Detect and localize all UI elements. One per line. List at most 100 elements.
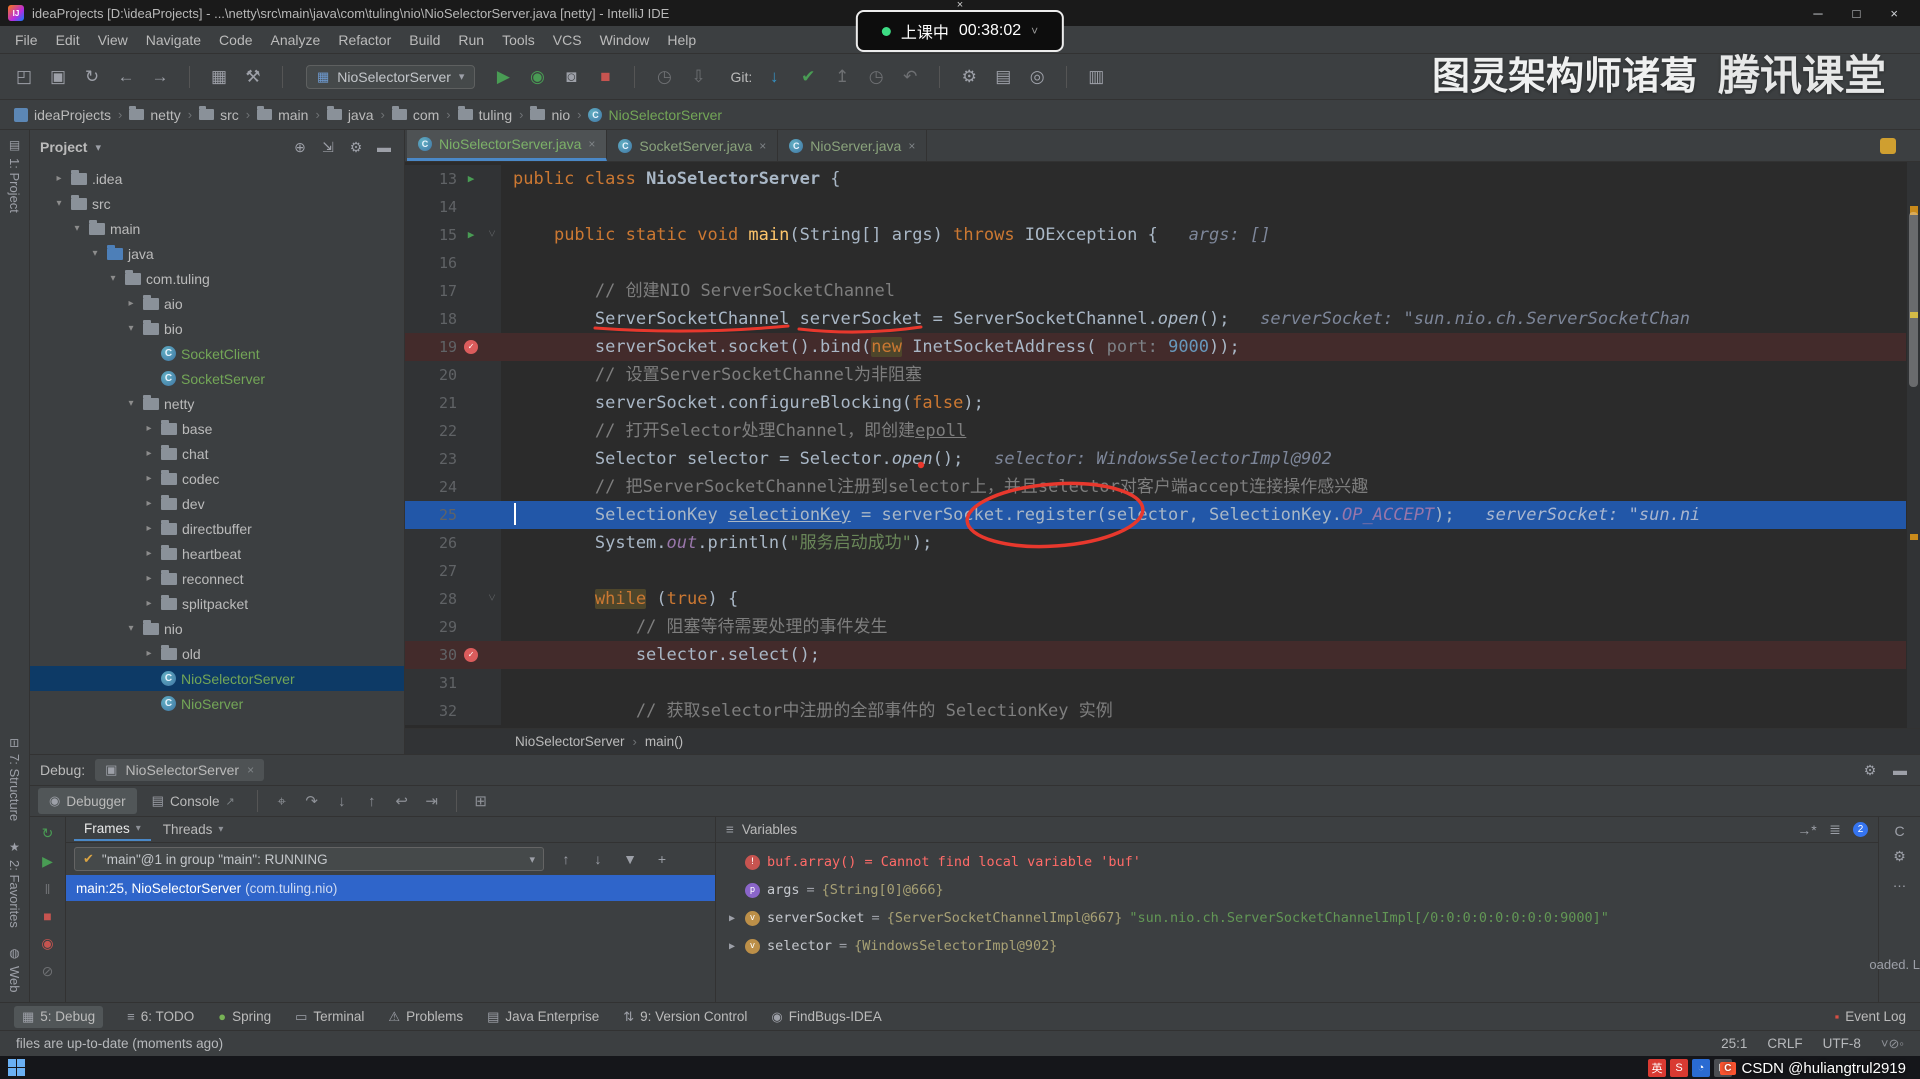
toolwindow-problems[interactable]: ⚠ Problems: [388, 1009, 463, 1025]
run-config-selector[interactable]: ▦ NioSelectorServer ▾: [306, 64, 476, 89]
fold-icon[interactable]: ˅: [485, 221, 499, 249]
back-icon[interactable]: ←: [114, 67, 138, 87]
tab-SocketServer.java[interactable]: C SocketServer.java ×: [607, 130, 779, 161]
tree-item-aio[interactable]: ▸ aio: [30, 291, 404, 316]
editor-scrollbar[interactable]: [1906, 162, 1920, 728]
tree-collapsed-icon[interactable]: ▸: [52, 173, 66, 184]
pause-icon[interactable]: ‖: [45, 881, 51, 897]
hide-panel-icon[interactable]: ▬: [374, 139, 394, 155]
more-icon[interactable]: …: [1890, 874, 1910, 890]
menu-code[interactable]: Code: [210, 28, 261, 52]
search-everywhere-icon[interactable]: ◎: [1025, 67, 1049, 87]
code-line-23[interactable]: 23 Selector selector = Selector.open(); …: [405, 445, 1920, 473]
breadcrumb-NioSelectorServer[interactable]: C NioSelectorServer: [588, 107, 722, 123]
tree-collapsed-icon[interactable]: ▸: [142, 498, 156, 509]
tool-strip-2favorites[interactable]: ★ 2: Favorites: [7, 840, 22, 928]
settings-gear-icon[interactable]: ⚙: [957, 67, 981, 87]
menu-help[interactable]: Help: [658, 28, 705, 52]
breadcrumb-java[interactable]: java: [326, 106, 374, 123]
tree-item-directbuffer[interactable]: ▸ directbuffer: [30, 516, 404, 541]
stop-icon[interactable]: ■: [593, 67, 617, 87]
variable-row[interactable]: ▶ v serverSocket = {ServerSocketChannelImp…: [716, 904, 1878, 932]
tree-collapsed-icon[interactable]: ▸: [142, 573, 156, 584]
code-line-22[interactable]: 22 // 打开Selector处理Channel，即创建epoll: [405, 417, 1920, 445]
tab-threads[interactable]: Threads ▾: [153, 819, 234, 840]
fold-icon[interactable]: ˅: [485, 585, 499, 613]
menu-navigate[interactable]: Navigate: [137, 28, 210, 52]
close-button[interactable]: ×: [1890, 6, 1898, 21]
soft-wrap-icon[interactable]: C: [1890, 823, 1910, 839]
settings-gear-icon[interactable]: ⚙: [1890, 848, 1910, 865]
next-frame-icon[interactable]: ↓: [588, 851, 608, 867]
tool-strip-web[interactable]: ◍ Web: [7, 946, 22, 993]
show-execution-point-icon[interactable]: ⌖: [269, 793, 295, 810]
tab-frames[interactable]: Frames ▾: [74, 818, 151, 841]
tree-item-dev[interactable]: ▸ dev: [30, 491, 404, 516]
tab-NioSelectorServer.java[interactable]: C NioSelectorServer.java ×: [407, 130, 608, 161]
drop-frame-icon[interactable]: ↩: [389, 792, 415, 810]
overlay-close-icon[interactable]: ×: [957, 0, 963, 11]
code-line-24[interactable]: 24 // 把ServerSocketChannel注册到selector上，并…: [405, 473, 1920, 501]
encoding[interactable]: UTF-8: [1823, 1036, 1861, 1051]
tree-expanded-icon[interactable]: ▾: [124, 398, 138, 409]
evaluate-expression-icon[interactable]: ⊞: [468, 792, 494, 810]
breadcrumb-nio[interactable]: nio: [530, 106, 570, 123]
code-line-13[interactable]: 13 ▶ public class NioSelectorServer {: [405, 165, 1920, 193]
scrollbar-thumb[interactable]: [1909, 212, 1918, 387]
mute-breakpoints-icon[interactable]: ⊘: [42, 963, 54, 980]
code-line-28[interactable]: 28 ˅ while (true) {: [405, 585, 1920, 613]
tree-collapsed-icon[interactable]: ▸: [142, 523, 156, 534]
tray-app-icon[interactable]: S: [1670, 1058, 1688, 1077]
toolwindow-6todo[interactable]: ≡ 6: TODO: [127, 1009, 194, 1024]
tree-item-netty[interactable]: ▾ netty: [30, 391, 404, 416]
stack-frame[interactable]: main:25, NioSelectorServer (com.tuling.n…: [66, 875, 715, 901]
tree-item-java[interactable]: ▾ java: [30, 241, 404, 266]
code-line-32[interactable]: 32 // 获取selector中注册的全部事件的 SelectionKey 实…: [405, 697, 1920, 725]
breakpoint-icon[interactable]: ✓: [460, 340, 482, 354]
run-to-cursor-icon[interactable]: ⇥: [419, 792, 445, 810]
tree-item-reconnect[interactable]: ▸ reconnect: [30, 566, 404, 591]
tree-item-com.tuling[interactable]: ▾ com.tuling: [30, 266, 404, 291]
tree-expanded-icon[interactable]: ▾: [124, 623, 138, 634]
tree-item-nio[interactable]: ▾ nio: [30, 616, 404, 641]
stop-icon[interactable]: ■: [43, 908, 51, 924]
variable-row[interactable]: p args = {String[0]@666}: [716, 876, 1878, 904]
prev-frame-icon[interactable]: ↑: [556, 851, 576, 867]
tool-strip-1project[interactable]: ▤ 1: Project: [7, 138, 22, 213]
tree-collapsed-icon[interactable]: ▸: [142, 598, 156, 609]
step-over-icon[interactable]: ↷: [299, 792, 325, 810]
tree-expanded-icon[interactable]: ▾: [52, 198, 66, 209]
add-icon[interactable]: +: [652, 851, 672, 867]
expand-icon[interactable]: ▶: [726, 913, 738, 924]
step-into-icon[interactable]: ↓: [329, 793, 355, 810]
code-area[interactable]: 13 ▶ public class NioSelectorServer {14 15 ▶…: [405, 162, 1920, 728]
code-line-14[interactable]: 14: [405, 193, 1920, 221]
toolwindow-terminal[interactable]: ▭ Terminal: [295, 1009, 364, 1025]
caret-position[interactable]: 25:1: [1721, 1036, 1747, 1051]
tree-expanded-icon[interactable]: ▾: [106, 273, 120, 284]
tree-expanded-icon[interactable]: ▾: [124, 323, 138, 334]
rerun-icon[interactable]: ↻: [42, 825, 54, 842]
windows-start-button[interactable]: [8, 1059, 25, 1076]
expand-icon[interactable]: ▶: [726, 941, 738, 952]
maximize-button[interactable]: □: [1853, 6, 1861, 21]
vcs-push-icon[interactable]: ↥: [830, 67, 854, 87]
code-line-21[interactable]: 21 serverSocket.configureBlocking(false)…: [405, 389, 1920, 417]
close-icon[interactable]: ×: [588, 137, 595, 151]
tree-item-SocketServer[interactable]: C SocketServer: [30, 366, 404, 391]
lock-icon[interactable]: ⊘: [1888, 1036, 1899, 1051]
vcs-update-icon[interactable]: ↓: [762, 67, 786, 87]
filter-icon[interactable]: ▼: [620, 851, 640, 867]
menu-vcs[interactable]: VCS: [544, 28, 591, 52]
thread-selector[interactable]: ✔ "main"@1 in group "main": RUNNING ▾: [74, 847, 544, 871]
code-line-19[interactable]: 19 ✓ serverSocket.socket().bind(new InetS…: [405, 333, 1920, 361]
tree-item-SocketClient[interactable]: C SocketClient: [30, 341, 404, 366]
breadcrumb-com[interactable]: com: [391, 106, 439, 123]
toolwindow-javaenterprise[interactable]: ▤ Java Enterprise: [487, 1009, 599, 1025]
settings-gear-icon[interactable]: ⚙: [1860, 762, 1880, 779]
tab-debugger[interactable]: ◉ Debugger: [38, 788, 137, 814]
view-breakpoints-icon[interactable]: ◉: [41, 935, 53, 952]
breadcrumb-main[interactable]: main: [257, 106, 308, 123]
code-line-25[interactable]: 25 SelectionKey selectionKey = serverSoc…: [405, 501, 1920, 529]
hide-panel-icon[interactable]: ▬: [1890, 762, 1910, 778]
